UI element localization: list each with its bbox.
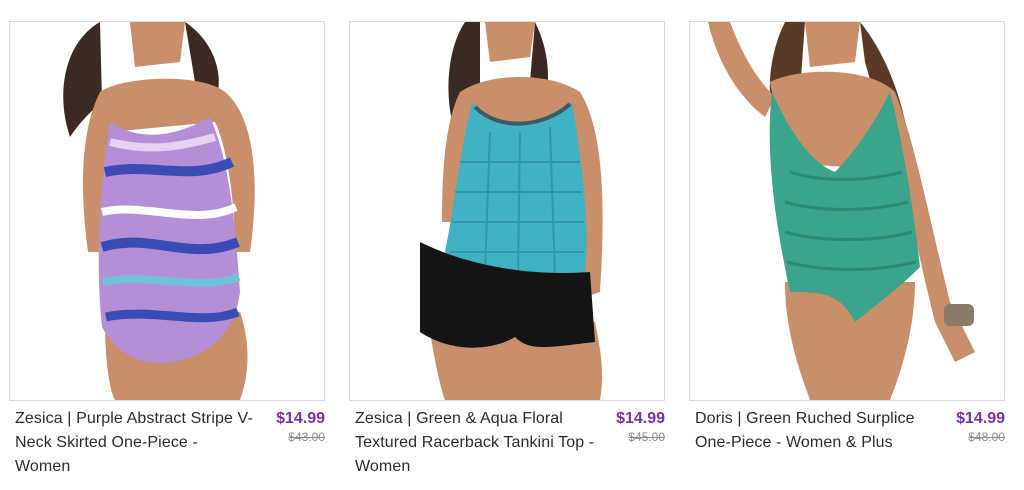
original-price: $48.00 — [968, 430, 1005, 444]
product-image[interactable] — [349, 21, 665, 401]
product-title[interactable]: Zesica | Purple Abstract Stripe V-Neck S… — [15, 407, 255, 479]
product-grid: Zesica | Purple Abstract Stripe V-Neck S… — [0, 0, 1024, 490]
product-photo-purple-abstract-swimsuit — [63, 22, 255, 400]
sale-price: $14.99 — [956, 410, 1005, 427]
product-title[interactable]: Doris | Green Ruched Surplice One-Piece … — [695, 407, 935, 455]
product-photo-aqua-tankini — [420, 22, 603, 400]
product-card[interactable]: Doris | Green Ruched Surplice One-Piece … — [689, 21, 1007, 481]
product-title[interactable]: Zesica | Green & Aqua Floral Textured Ra… — [355, 407, 595, 479]
product-image[interactable] — [9, 21, 325, 401]
original-price: $45.00 — [628, 430, 665, 444]
product-card[interactable]: Zesica | Green & Aqua Floral Textured Ra… — [349, 21, 667, 481]
original-price: $43.00 — [288, 430, 325, 444]
product-image[interactable] — [689, 21, 1005, 401]
product-card[interactable]: Zesica | Purple Abstract Stripe V-Neck S… — [9, 21, 327, 481]
sale-price: $14.99 — [616, 410, 665, 427]
sale-price: $14.99 — [276, 410, 325, 427]
product-photo-green-ruched-one-piece — [708, 22, 975, 400]
